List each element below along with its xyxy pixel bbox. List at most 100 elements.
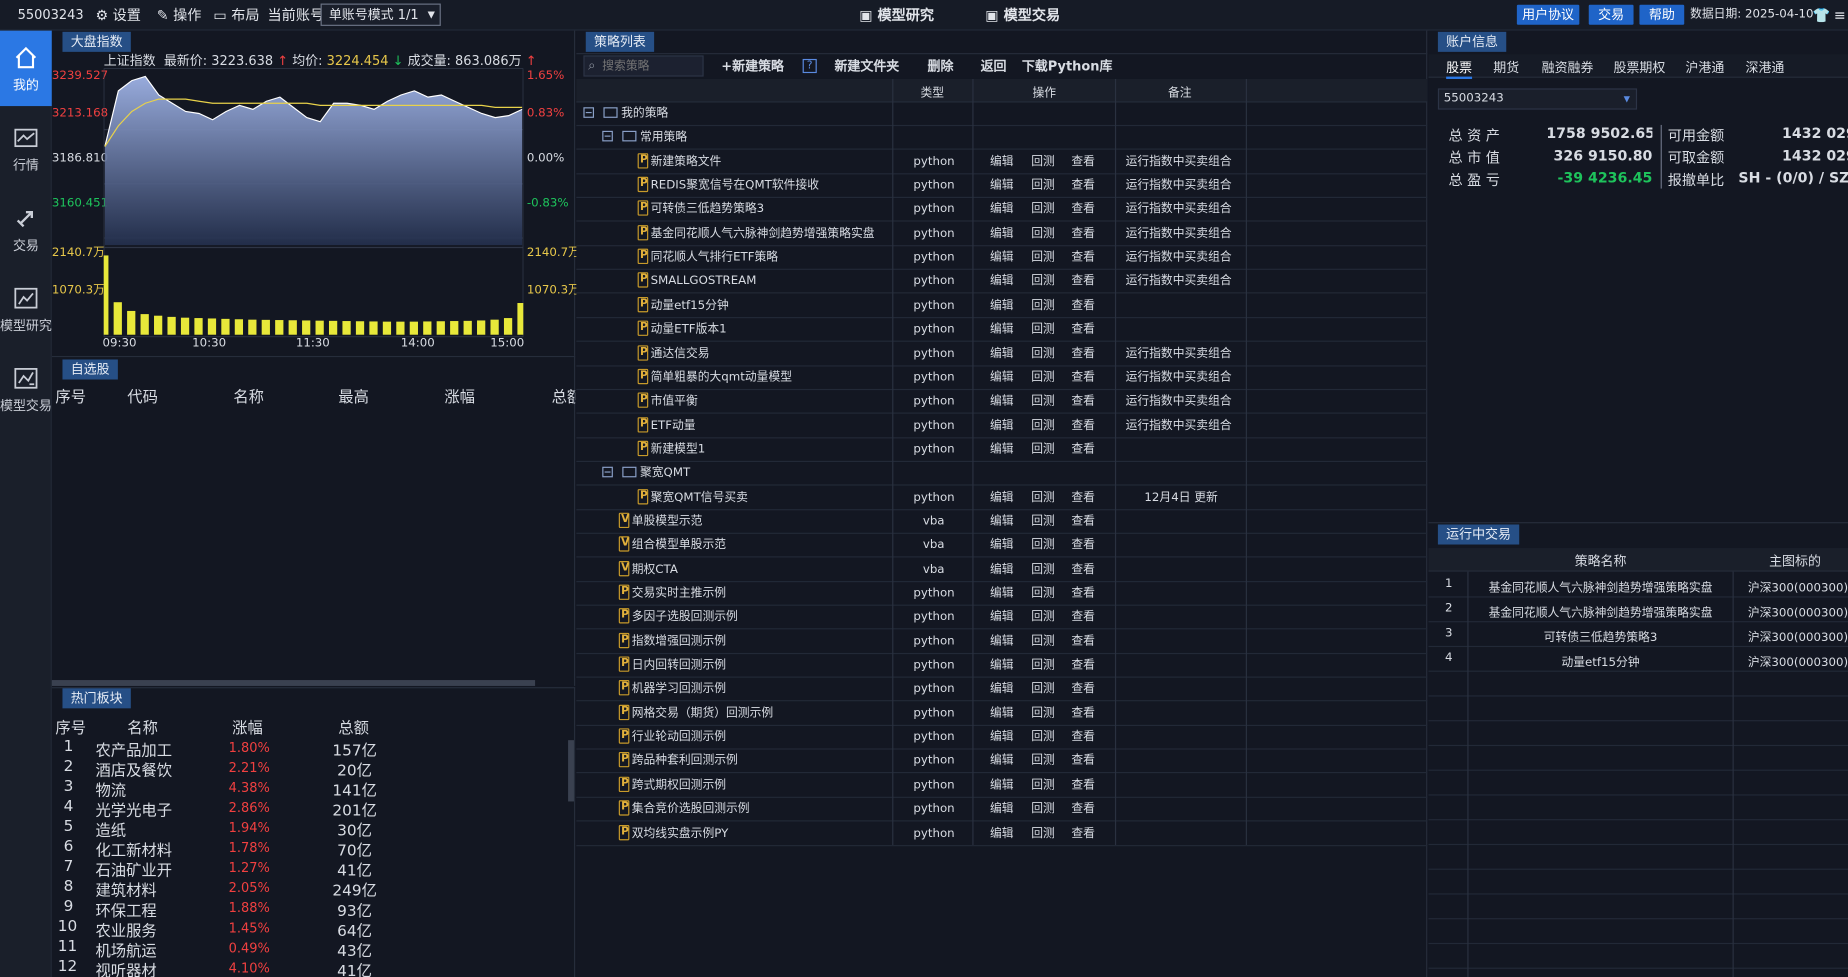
menu-icon[interactable]: ≡: [1834, 0, 1846, 31]
backtest-link[interactable]: 回测: [1031, 606, 1055, 630]
hot-sector-row[interactable]: 1 农产品加工 1.80% 157亿: [52, 738, 575, 760]
strategy-row[interactable]: 新建策略文件 python 编辑回测查看 运行指数中买卖组合: [576, 150, 1428, 175]
col-header[interactable]: 名称: [233, 384, 264, 407]
view-link[interactable]: 查看: [1071, 654, 1095, 678]
tab-model-trading[interactable]: ▣ 模型交易: [985, 0, 1060, 31]
strategy-row[interactable]: 集合竞价选股回测示例 python 编辑回测查看: [576, 798, 1428, 822]
running-row[interactable]: 3 可转债三低趋势策略3 沪深300(000300): [1428, 622, 1848, 648]
running-row[interactable]: 2 基金同花顺人气六脉神剑趋势增强策略实盘 沪深300(000300): [1428, 598, 1848, 623]
view-link[interactable]: 查看: [1071, 678, 1095, 702]
strategy-row[interactable]: 机器学习回测示例 python 编辑回测查看: [576, 678, 1428, 702]
edit-link[interactable]: 编辑: [990, 630, 1014, 654]
backtest-link[interactable]: 回测: [1031, 222, 1055, 246]
new-strategy-button[interactable]: +新建策略: [721, 57, 784, 76]
strategy-row[interactable]: REDIS聚宽信号在QMT软件接收 python 编辑回测查看 运行指数中买卖组合: [576, 174, 1428, 199]
tab-hk-sz[interactable]: 深港通: [1746, 58, 1785, 77]
backtest-link[interactable]: 回测: [1031, 582, 1055, 606]
sidebar-item-model-research[interactable]: 模型研究: [0, 271, 52, 346]
user-agreement-button[interactable]: 用户协议: [1516, 4, 1580, 25]
edit-link[interactable]: 编辑: [990, 414, 1014, 438]
backtest-link[interactable]: 回测: [1031, 558, 1055, 582]
backtest-link[interactable]: 回测: [1031, 774, 1055, 798]
col-header[interactable]: 总额: [552, 384, 576, 407]
tab-model-research[interactable]: ▣ 模型研究: [859, 0, 934, 31]
edit-link[interactable]: 编辑: [990, 294, 1014, 318]
view-link[interactable]: 查看: [1071, 270, 1095, 294]
strategy-row[interactable]: 单股模型示范 vba 编辑回测查看: [576, 510, 1428, 534]
view-link[interactable]: 查看: [1071, 438, 1095, 462]
backtest-link[interactable]: 回测: [1031, 654, 1055, 678]
market-panel-title[interactable]: 大盘指数: [62, 31, 131, 52]
backtest-link[interactable]: 回测: [1031, 150, 1055, 174]
view-link[interactable]: 查看: [1071, 606, 1095, 630]
view-link[interactable]: 查看: [1071, 366, 1095, 390]
backtest-link[interactable]: 回测: [1031, 198, 1055, 222]
edit-link[interactable]: 编辑: [990, 222, 1014, 246]
edit-link[interactable]: 编辑: [990, 174, 1014, 198]
tab-stock[interactable]: 股票: [1446, 58, 1473, 79]
tab-hk-sh[interactable]: 沪港通: [1685, 58, 1724, 77]
hot-sector-row[interactable]: 2 酒店及餐饮 2.21% 20亿: [52, 758, 575, 780]
backtest-link[interactable]: 回测: [1031, 534, 1055, 558]
hot-sector-row[interactable]: 3 物流 4.38% 141亿: [52, 778, 575, 800]
strategy-title[interactable]: 策略列表: [585, 31, 655, 52]
col-header[interactable]: 总额: [338, 715, 369, 738]
backtest-link[interactable]: 回测: [1031, 510, 1055, 534]
running-title[interactable]: 运行中交易: [1437, 524, 1520, 545]
sidebar-item-trade[interactable]: 交易: [0, 191, 52, 266]
view-link[interactable]: 查看: [1071, 630, 1095, 654]
hot-sector-row[interactable]: 6 化工新材料 1.78% 70亿: [52, 838, 575, 860]
tab-options[interactable]: 股票期权: [1614, 58, 1666, 77]
strategy-row[interactable]: 交易实时主推示例 python 编辑回测查看: [576, 582, 1428, 606]
watchlist-title[interactable]: 自选股: [62, 359, 118, 380]
view-link[interactable]: 查看: [1071, 534, 1095, 558]
edit-link[interactable]: 编辑: [990, 582, 1014, 606]
edit-link[interactable]: 编辑: [990, 150, 1014, 174]
backtest-link[interactable]: 回测: [1031, 750, 1055, 774]
backtest-link[interactable]: 回测: [1031, 414, 1055, 438]
strategy-folder-row[interactable]: 常用策略: [576, 127, 1428, 151]
strategy-row[interactable]: 行业轮动回测示例 python 编辑回测查看: [576, 726, 1428, 750]
strategy-row[interactable]: 可转债三低趋势策略3 python 编辑回测查看 运行指数中买卖组合: [576, 198, 1428, 223]
col-header[interactable]: 涨幅: [444, 384, 475, 407]
view-link[interactable]: 查看: [1071, 486, 1095, 510]
edit-link[interactable]: 编辑: [990, 510, 1014, 534]
backtest-link[interactable]: 回测: [1031, 678, 1055, 702]
strategy-row[interactable]: 新建模型1 python 编辑回测查看: [576, 438, 1428, 462]
running-row[interactable]: 4 动量etf15分钟 沪深300(000300): [1428, 647, 1848, 672]
view-link[interactable]: 查看: [1071, 150, 1095, 174]
strategy-row[interactable]: 动量ETF版本1 python 编辑回测查看: [576, 318, 1428, 342]
backtest-link[interactable]: 回测: [1031, 438, 1055, 462]
view-link[interactable]: 查看: [1071, 318, 1095, 342]
col-header[interactable]: 备注: [1168, 83, 1192, 100]
hot-sector-row[interactable]: 9 环保工程 1.88% 93亿: [52, 898, 575, 920]
view-link[interactable]: 查看: [1071, 198, 1095, 222]
backtest-link[interactable]: 回测: [1031, 366, 1055, 390]
edit-link[interactable]: 编辑: [990, 798, 1014, 822]
col-header[interactable]: 主图标的: [1769, 552, 1821, 571]
strategy-row[interactable]: 同花顺人气排行ETF策略 python 编辑回测查看 运行指数中买卖组合: [576, 246, 1428, 271]
backtest-link[interactable]: 回测: [1031, 174, 1055, 198]
new-folder-button[interactable]: 新建文件夹: [834, 57, 899, 76]
edit-link[interactable]: 编辑: [990, 390, 1014, 414]
backtest-link[interactable]: 回测: [1031, 246, 1055, 270]
settings-menu[interactable]: ⚙ 设置: [95, 0, 141, 31]
backtest-link[interactable]: 回测: [1031, 630, 1055, 654]
edit-link[interactable]: 编辑: [990, 342, 1014, 366]
hot-sector-row[interactable]: 7 石油矿业开 1.27% 41亿: [52, 858, 575, 880]
strategy-row[interactable]: 期权CTA vba 编辑回测查看: [576, 558, 1428, 582]
strategy-row[interactable]: 指数增强回测示例 python 编辑回测查看: [576, 630, 1428, 654]
view-link[interactable]: 查看: [1071, 750, 1095, 774]
backtest-link[interactable]: 回测: [1031, 342, 1055, 366]
hot-sector-row[interactable]: 11 机场航运 0.49% 43亿: [52, 938, 575, 960]
col-header[interactable]: 序号: [55, 384, 86, 407]
strategy-row[interactable]: 基金同花顺人气六脉神剑趋势增强策略实盘 python 编辑回测查看 运行指数中买卖组合: [576, 222, 1428, 247]
hot-sector-row[interactable]: 12 视听器材 4.10% 41亿: [52, 958, 575, 977]
strategy-row[interactable]: 双均线实盘示例PY python 编辑回测查看: [576, 822, 1428, 846]
strategy-row[interactable]: 市值平衡 python 编辑回测查看 运行指数中买卖组合: [576, 390, 1428, 414]
view-link[interactable]: 查看: [1071, 726, 1095, 750]
col-header[interactable]: 操作: [1032, 83, 1056, 100]
edit-link[interactable]: 编辑: [990, 726, 1014, 750]
edit-link[interactable]: 编辑: [990, 606, 1014, 630]
edit-link[interactable]: 编辑: [990, 486, 1014, 510]
